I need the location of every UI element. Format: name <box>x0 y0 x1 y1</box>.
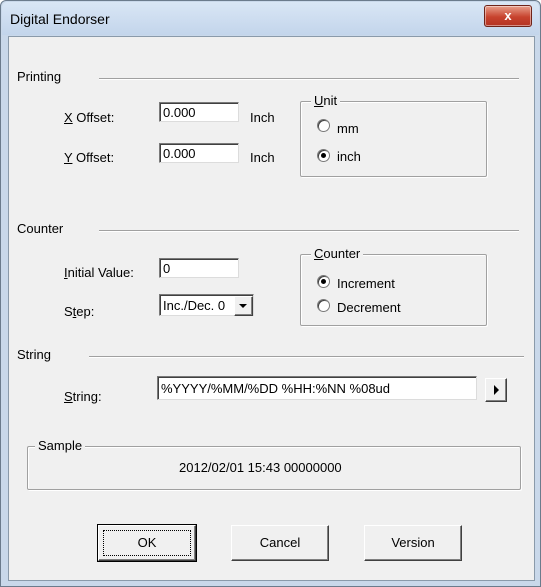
counter-radio-decrement[interactable] <box>317 299 330 312</box>
play-right-icon <box>494 385 499 395</box>
unit-radio-mm[interactable] <box>317 119 330 132</box>
printing-section-label: Printing <box>17 69 62 84</box>
string-input[interactable]: %YYYY/%MM/%DD %HH:%NN %08ud <box>157 376 477 400</box>
chevron-down-icon <box>239 304 247 308</box>
counter-section-label: Counter <box>17 221 64 236</box>
initial-value-input[interactable]: 0 <box>159 258 239 278</box>
initial-value-label: Initial Value: <box>64 265 134 280</box>
x-offset-input[interactable]: 0.000 <box>159 102 239 122</box>
title-bar[interactable]: Digital Endorser x <box>2 2 539 35</box>
focus-rectangle <box>103 530 191 556</box>
version-button-label: Version <box>391 535 435 550</box>
counter-group-title: Counter <box>311 246 364 261</box>
string-divider <box>89 356 524 358</box>
ok-button[interactable]: OK <box>97 524 197 562</box>
printing-divider <box>99 78 519 80</box>
close-icon: x <box>504 8 512 23</box>
unit-group-title: Unit <box>311 93 341 108</box>
sample-group-title: Sample <box>35 438 86 453</box>
y-offset-input[interactable]: 0.000 <box>159 143 239 163</box>
x-offset-unit: Inch <box>250 110 275 125</box>
cancel-button[interactable]: Cancel <box>231 525 329 561</box>
dialog-client-area: Printing X Offset: 0.000 Inch Y Offset: … <box>8 36 535 581</box>
counter-divider <box>99 230 519 232</box>
counter-radio-increment-label[interactable]: Increment <box>337 276 395 291</box>
radio-selected-dot <box>321 153 326 158</box>
close-button[interactable]: x <box>484 5 532 27</box>
cancel-button-label: Cancel <box>259 535 301 550</box>
sample-preview-text: 2012/02/01 15:43 00000000 <box>179 460 342 475</box>
counter-radio-increment[interactable] <box>317 275 330 288</box>
x-offset-label: X Offset: <box>64 110 115 125</box>
counter-radio-decrement-label[interactable]: Decrement <box>337 300 401 315</box>
unit-radio-inch[interactable] <box>317 149 330 162</box>
unit-radio-inch-label[interactable]: inch <box>337 149 361 164</box>
radio-selected-dot <box>321 279 326 284</box>
unit-radio-mm-label[interactable]: mm <box>337 121 359 136</box>
unit-groupbox <box>300 101 487 177</box>
step-combobox-value: Inc./Dec. 0 <box>163 298 226 313</box>
string-section-label: String <box>17 347 51 362</box>
step-label: Step: <box>64 304 95 319</box>
string-field-label: String: <box>64 389 102 404</box>
insert-format-button[interactable] <box>485 378 507 402</box>
step-combobox-dropdown-button[interactable] <box>234 296 253 316</box>
y-offset-unit: Inch <box>250 150 275 165</box>
window-title: Digital Endorser <box>10 11 110 27</box>
version-button[interactable]: Version <box>364 525 462 561</box>
dialog-window: Digital Endorser x Printing X Offset: 0.… <box>0 0 541 587</box>
y-offset-label: Y Offset: <box>64 150 115 165</box>
step-combobox[interactable]: Inc./Dec. 0 <box>159 294 254 316</box>
